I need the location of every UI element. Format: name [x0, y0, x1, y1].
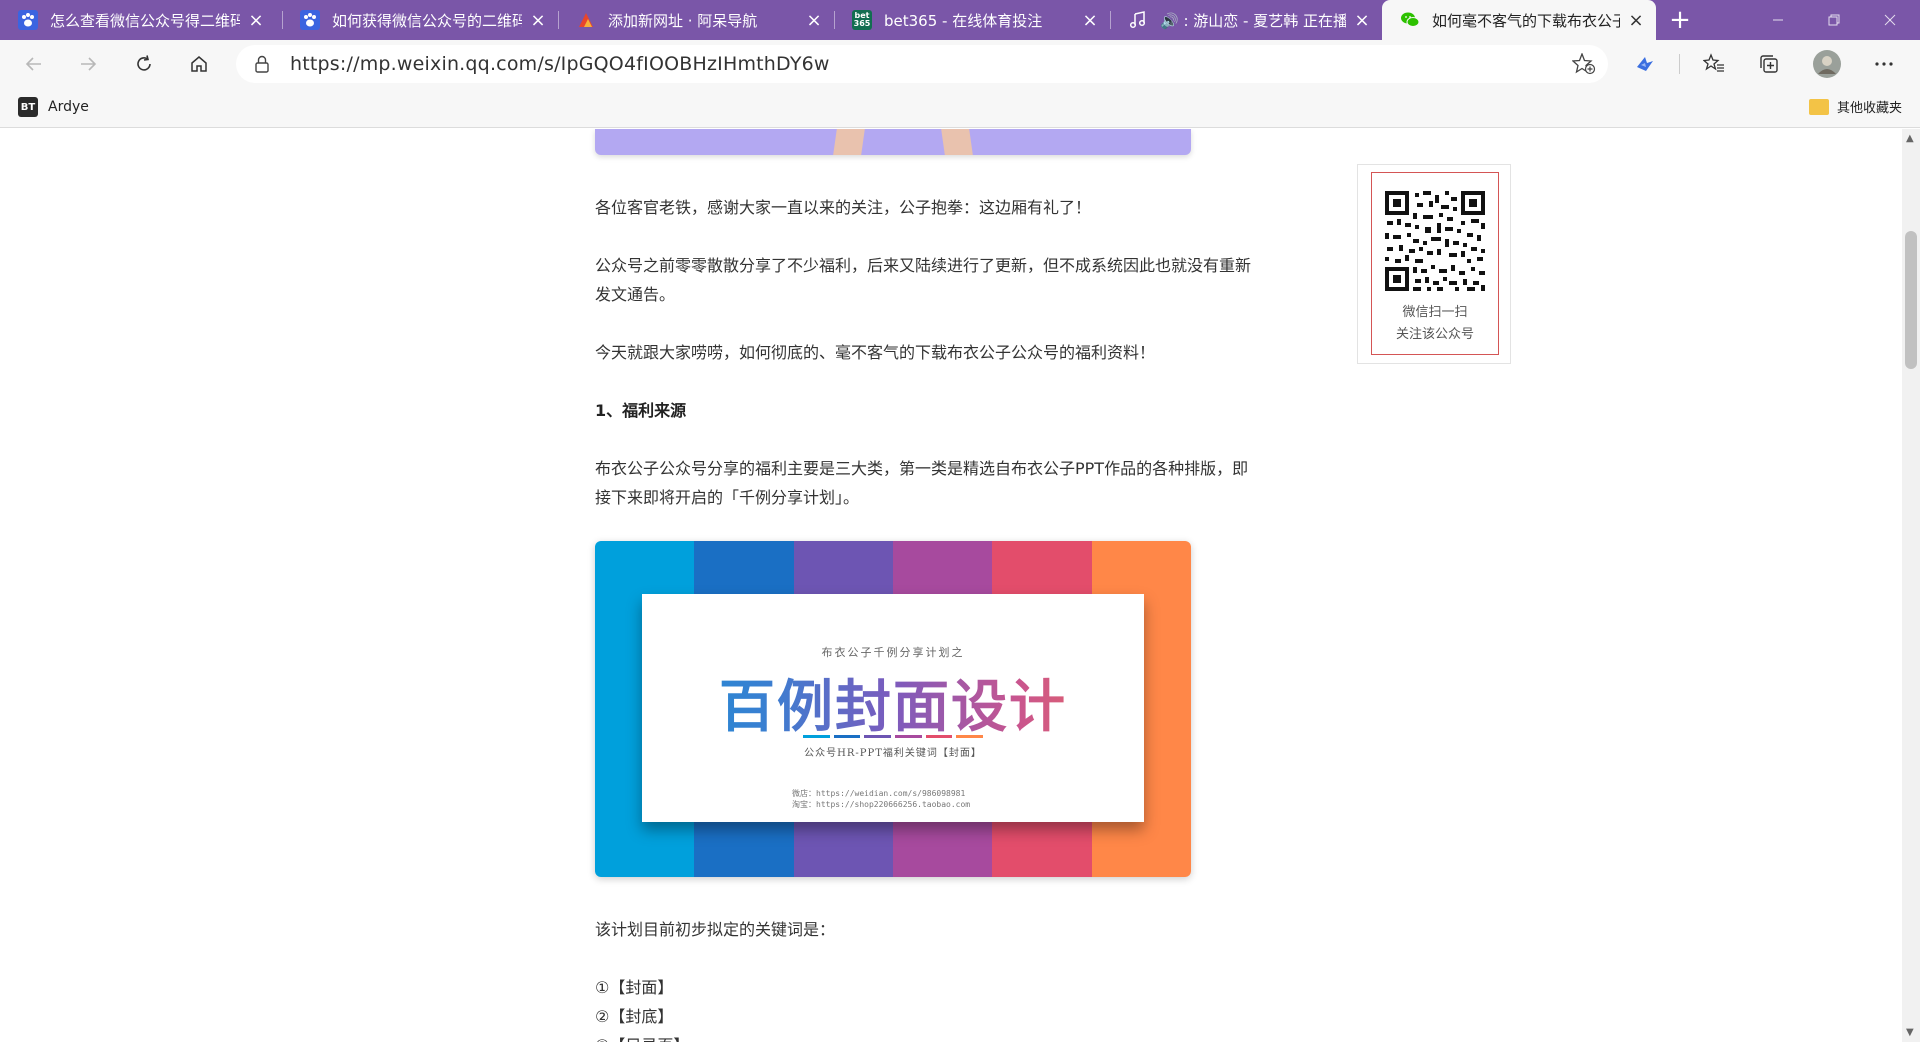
- forward-icon[interactable]: [70, 46, 106, 82]
- banner-subtitle: 公众号HR-PPT福利关键词【封面】: [804, 748, 982, 759]
- article-viewport: 各位客官老铁，感谢大家一直以来的关注，公子抱拳：这边厢有礼了！ 公众号之前零零散…: [0, 129, 1902, 1042]
- banner-dashes: [803, 735, 984, 738]
- tab-1[interactable]: 怎么查看微信公众号得二维码 ×: [0, 0, 276, 40]
- close-window-icon[interactable]: [1862, 0, 1918, 40]
- qr-code-icon: [1383, 189, 1487, 293]
- tab-2[interactable]: 如何获得微信公众号的二维码 ×: [282, 0, 558, 40]
- scroll-up-icon[interactable]: ▲: [1906, 133, 1914, 144]
- wechat-icon: [1400, 10, 1420, 30]
- banner-shop-line: 淘宝：https://shop220666256.taobao.com: [792, 800, 971, 809]
- other-favorites-folder[interactable]: 其他收藏夹: [1808, 97, 1902, 116]
- music-note-icon: [1128, 10, 1148, 30]
- hero-image: [595, 129, 1191, 155]
- address-bar[interactable]: https://mp.weixin.qq.com/s/IpGQO4fIOOBHz…: [236, 45, 1608, 83]
- banner-headline: 百例封面设计: [642, 662, 1144, 743]
- home-icon[interactable]: [181, 46, 217, 82]
- tab-3[interactable]: 添加新网址 · 阿呆导航 ×: [558, 0, 834, 40]
- tab-title: 怎么查看微信公众号得二维码: [50, 11, 240, 30]
- tab-4[interactable]: bet 365 bet365 - 在线体育投注 ×: [834, 0, 1110, 40]
- article-paragraph-line: 接下来即将开启的「千例分享计划」。: [595, 488, 860, 507]
- new-tab-button[interactable]: +: [1662, 0, 1698, 40]
- article-paragraph: 今天就跟大家唠唠，如何彻底的、毫不客气的下载布衣公子公众号的福利资料！: [595, 343, 1156, 362]
- tab-close-icon[interactable]: ×: [804, 10, 824, 31]
- tab-close-icon[interactable]: ×: [1352, 10, 1372, 31]
- cover-design-banner: 布衣公子千例分享计划之 百例封面设计 公众号HR-PPT福利关键词【封面】 微店…: [595, 541, 1191, 877]
- toolbar-divider: [1679, 54, 1680, 74]
- page-scrollbar[interactable]: ▲ ▼: [1902, 129, 1920, 1042]
- adai-nav-icon: [576, 10, 596, 30]
- hero-figure-leg: [833, 129, 865, 155]
- bookmark-label: Ardye: [48, 99, 89, 115]
- keyword-item: ③【目录页】: [595, 1031, 1307, 1042]
- favorites-icon[interactable]: [1696, 46, 1732, 82]
- scroll-down-icon[interactable]: ▼: [1906, 1027, 1914, 1038]
- tab-title: bet365 - 在线体育投注: [884, 11, 1043, 30]
- extension-bird-icon[interactable]: [1627, 46, 1663, 82]
- back-icon[interactable]: [16, 46, 52, 82]
- tab-close-icon[interactable]: ×: [246, 10, 266, 31]
- baidu-paw-icon: [300, 10, 320, 30]
- bookmark-ardye[interactable]: BT Ardye: [18, 97, 89, 117]
- article-paragraph-line: 发文通告。: [595, 285, 676, 304]
- minimize-icon[interactable]: [1750, 0, 1806, 40]
- tab-6-active[interactable]: 如何毫不客气的下载布衣公子公众号的福利资料 ×: [1382, 0, 1656, 40]
- qr-caption-line: 微信扫一扫: [1402, 305, 1468, 320]
- banner-kicker: 布衣公子千例分享计划之: [821, 646, 965, 659]
- tab-strip: 怎么查看微信公众号得二维码 × 如何获得微信公众号的二维码 × 添加新网址 · …: [0, 0, 1920, 40]
- folder-label: 其他收藏夹: [1836, 101, 1902, 116]
- tab-title: 添加新网址 · 阿呆导航: [608, 11, 758, 30]
- tab-close-icon[interactable]: ×: [528, 10, 548, 31]
- tab-title: 🔊 : 游山恋 - 夏艺韩 正在播放: [1160, 11, 1346, 30]
- profile-avatar[interactable]: [1809, 46, 1845, 82]
- article-paragraph: 各位客官老铁，感谢大家一直以来的关注，公子抱拳：这边厢有礼了！: [595, 198, 1092, 217]
- banner-card: 布衣公子千例分享计划之 百例封面设计 公众号HR-PPT福利关键词【封面】 微店…: [642, 594, 1144, 822]
- navigation-toolbar: https://mp.weixin.qq.com/s/IpGQO4fIOOBHz…: [0, 40, 1920, 88]
- keyword-item: ②【封底】: [595, 1007, 674, 1026]
- url-text[interactable]: https://mp.weixin.qq.com/s/IpGQO4fIOOBHz…: [290, 53, 830, 75]
- hero-figure-leg: [941, 129, 973, 155]
- bet365-icon: bet 365: [852, 10, 872, 30]
- restore-icon[interactable]: [1806, 0, 1862, 40]
- banner-shop-links: 微店：https://weidian.com/s/986098981 淘宝：ht…: [792, 788, 970, 810]
- lock-icon[interactable]: [254, 55, 270, 77]
- add-favorite-icon[interactable]: [1571, 52, 1596, 79]
- collections-icon[interactable]: [1751, 46, 1787, 82]
- section-heading: 1、福利来源: [595, 401, 687, 420]
- baidu-paw-icon: [18, 10, 38, 30]
- tab-close-icon[interactable]: ×: [1626, 10, 1646, 31]
- tab-close-icon[interactable]: ×: [1080, 10, 1100, 31]
- article-paragraph: 公众号之前零零散散分享了不少福利，后来又陆续进行了更新，但不成系统因此也就没有重…: [595, 251, 1307, 309]
- tab-title: 如何获得微信公众号的二维码: [332, 11, 522, 30]
- qr-caption-line: 关注该公众号: [1395, 327, 1474, 342]
- qr-code-frame: 微信扫一扫 关注该公众号: [1371, 172, 1499, 355]
- banner-shop-line: 微店：https://weidian.com/s/986098981: [792, 789, 966, 798]
- scrollbar-thumb[interactable]: [1905, 231, 1917, 369]
- more-options-icon[interactable]: [1866, 46, 1902, 82]
- qr-caption: 微信扫一扫 关注该公众号: [1372, 302, 1498, 346]
- tab-title: 如何毫不客气的下载布衣公子公众号的福利资料: [1432, 11, 1620, 30]
- article-paragraph-line: 公众号之前零零散散分享了不少福利，后来又陆续进行了更新，但不成系统因此也就没有重…: [595, 256, 1252, 275]
- article-paragraph: 布衣公子公众号分享的福利主要是三大类，第一类是精选自布衣公子PPT作品的各种排版…: [595, 454, 1307, 512]
- tab-5[interactable]: 🔊 : 游山恋 - 夏艺韩 正在播放 ×: [1110, 0, 1382, 40]
- bookmarks-bar: BT Ardye 其他收藏夹: [0, 88, 1920, 128]
- folder-icon: [1808, 98, 1829, 115]
- bt-icon: BT: [18, 97, 38, 117]
- article-paragraph: 该计划目前初步拟定的关键词是：: [595, 920, 836, 939]
- keyword-item: ①【封面】: [595, 978, 674, 997]
- qr-code-panel: 微信扫一扫 关注该公众号: [1357, 164, 1511, 364]
- refresh-icon[interactable]: [126, 46, 162, 82]
- article-paragraph-line: 布衣公子公众号分享的福利主要是三大类，第一类是精选自布衣公子PPT作品的各种排版…: [595, 459, 1249, 478]
